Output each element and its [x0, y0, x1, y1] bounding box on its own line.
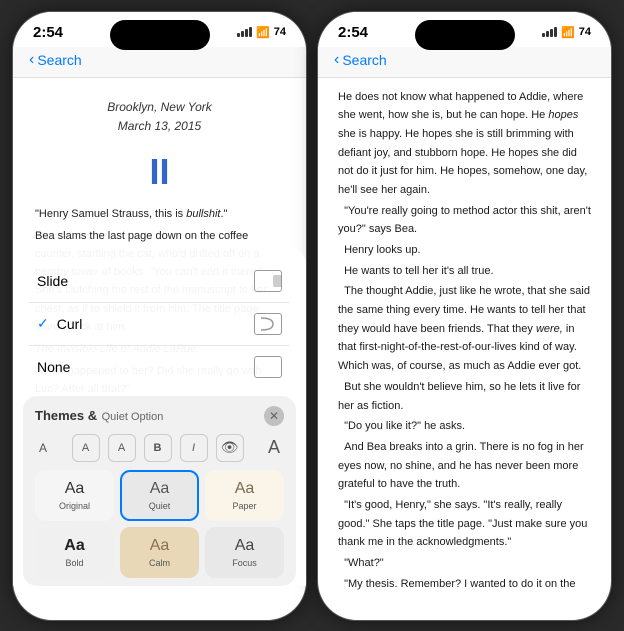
theme-paper[interactable]: Aa Paper [205, 470, 284, 521]
themes-header: Themes & Quiet Option ✕ [35, 406, 284, 426]
left-back-button[interactable]: ‹ Search [29, 51, 82, 69]
right-time: 2:54 [338, 24, 368, 41]
theme-original[interactable]: Aa Original [35, 470, 114, 521]
right-battery-icon: 74 [579, 26, 591, 38]
left-nav-bar: ‹ Search [13, 47, 306, 78]
theme-paper-aa: Aa [235, 480, 255, 498]
scroll-option-slide[interactable]: Slide [29, 260, 290, 303]
book-location: Brooklyn, New YorkMarch 13, 2015 [13, 78, 306, 146]
theme-calm[interactable]: Aa Calm [120, 527, 199, 578]
right-status-icons: 📶 74 [542, 26, 591, 39]
curl-icon [254, 313, 282, 335]
none-icon [254, 356, 282, 378]
dynamic-island [110, 20, 210, 50]
wifi-icon: 📶 [256, 26, 270, 39]
right-nav-bar: ‹ Search [318, 47, 611, 78]
theme-calm-aa: Aa [150, 537, 170, 555]
font-controls: A A B I 👁 [72, 434, 244, 462]
right-back-button[interactable]: ‹ Search [334, 51, 387, 69]
curl-label: Curl [57, 316, 83, 332]
themes-title: Themes & [35, 408, 97, 423]
eye-icon[interactable]: 👁 [216, 434, 244, 462]
theme-quiet-aa: Aa [150, 480, 170, 498]
theme-focus-label: Focus [232, 558, 257, 568]
theme-quiet-label: Quiet [149, 501, 171, 511]
scroll-option-curl[interactable]: ✓ Curl [29, 303, 290, 346]
theme-paper-label: Paper [232, 501, 256, 511]
font-icon-2[interactable]: A [108, 434, 136, 462]
left-back-label: Search [37, 52, 81, 68]
close-button[interactable]: ✕ [264, 406, 284, 426]
font-icon-1[interactable]: A [72, 434, 100, 462]
curl-checkmark: ✓ [37, 315, 49, 332]
right-signal-icon [542, 27, 557, 37]
theme-original-label: Original [59, 501, 90, 511]
battery-icon: 74 [274, 26, 286, 38]
right-phone: 2:54 📶 74 ‹ Search He does not know what… [317, 11, 612, 621]
scroll-option-none[interactable]: None [29, 346, 290, 388]
left-book-content: Brooklyn, New YorkMarch 13, 2015 II "Hen… [13, 78, 306, 586]
right-dynamic-island [415, 20, 515, 50]
themes-grid: Aa Original Aa Quiet Aa Paper Aa [35, 470, 284, 578]
theme-bold-aa: Aa [64, 537, 84, 555]
phones-container: 2:54 📶 74 ‹ Search Brooklyn, New YorkMar… [0, 0, 624, 631]
chapter-number: II [13, 151, 306, 193]
left-status-icons: 📶 74 [237, 26, 286, 39]
quiet-option-label: Quiet Option [102, 411, 164, 423]
left-chevron-icon: ‹ [29, 51, 34, 69]
right-chevron-icon: ‹ [334, 51, 339, 69]
right-wifi-icon: 📶 [561, 26, 575, 39]
font-italic-icon[interactable]: I [180, 434, 208, 462]
font-bold-icon[interactable]: B [144, 434, 172, 462]
font-large-label: A [268, 437, 280, 458]
theme-bold-label: Bold [65, 558, 83, 568]
right-back-label: Search [342, 52, 386, 68]
font-size-row: A A A B I 👁 A [35, 434, 284, 462]
left-time: 2:54 [33, 24, 63, 41]
theme-focus-aa: Aa [235, 537, 255, 555]
theme-focus[interactable]: Aa Focus [205, 527, 284, 578]
signal-icon [237, 27, 252, 37]
overlay-panel: Slide ✓ Curl [13, 248, 306, 586]
right-book-content: He does not know what happened to Addie,… [318, 78, 611, 596]
left-phone: 2:54 📶 74 ‹ Search Brooklyn, New YorkMar… [12, 11, 307, 621]
themes-title-area: Themes & Quiet Option [35, 407, 163, 425]
theme-quiet[interactable]: Aa Quiet [120, 470, 199, 521]
slide-label: Slide [37, 273, 68, 289]
theme-original-aa: Aa [65, 480, 85, 498]
theme-bold[interactable]: Aa Bold [35, 527, 114, 578]
none-label: None [37, 359, 70, 375]
slide-icon [254, 270, 282, 292]
font-small-label: A [39, 441, 47, 455]
theme-calm-label: Calm [149, 558, 170, 568]
themes-section: Themes & Quiet Option ✕ A A A B I 👁 [23, 396, 296, 586]
scroll-options: Slide ✓ Curl [13, 260, 306, 388]
